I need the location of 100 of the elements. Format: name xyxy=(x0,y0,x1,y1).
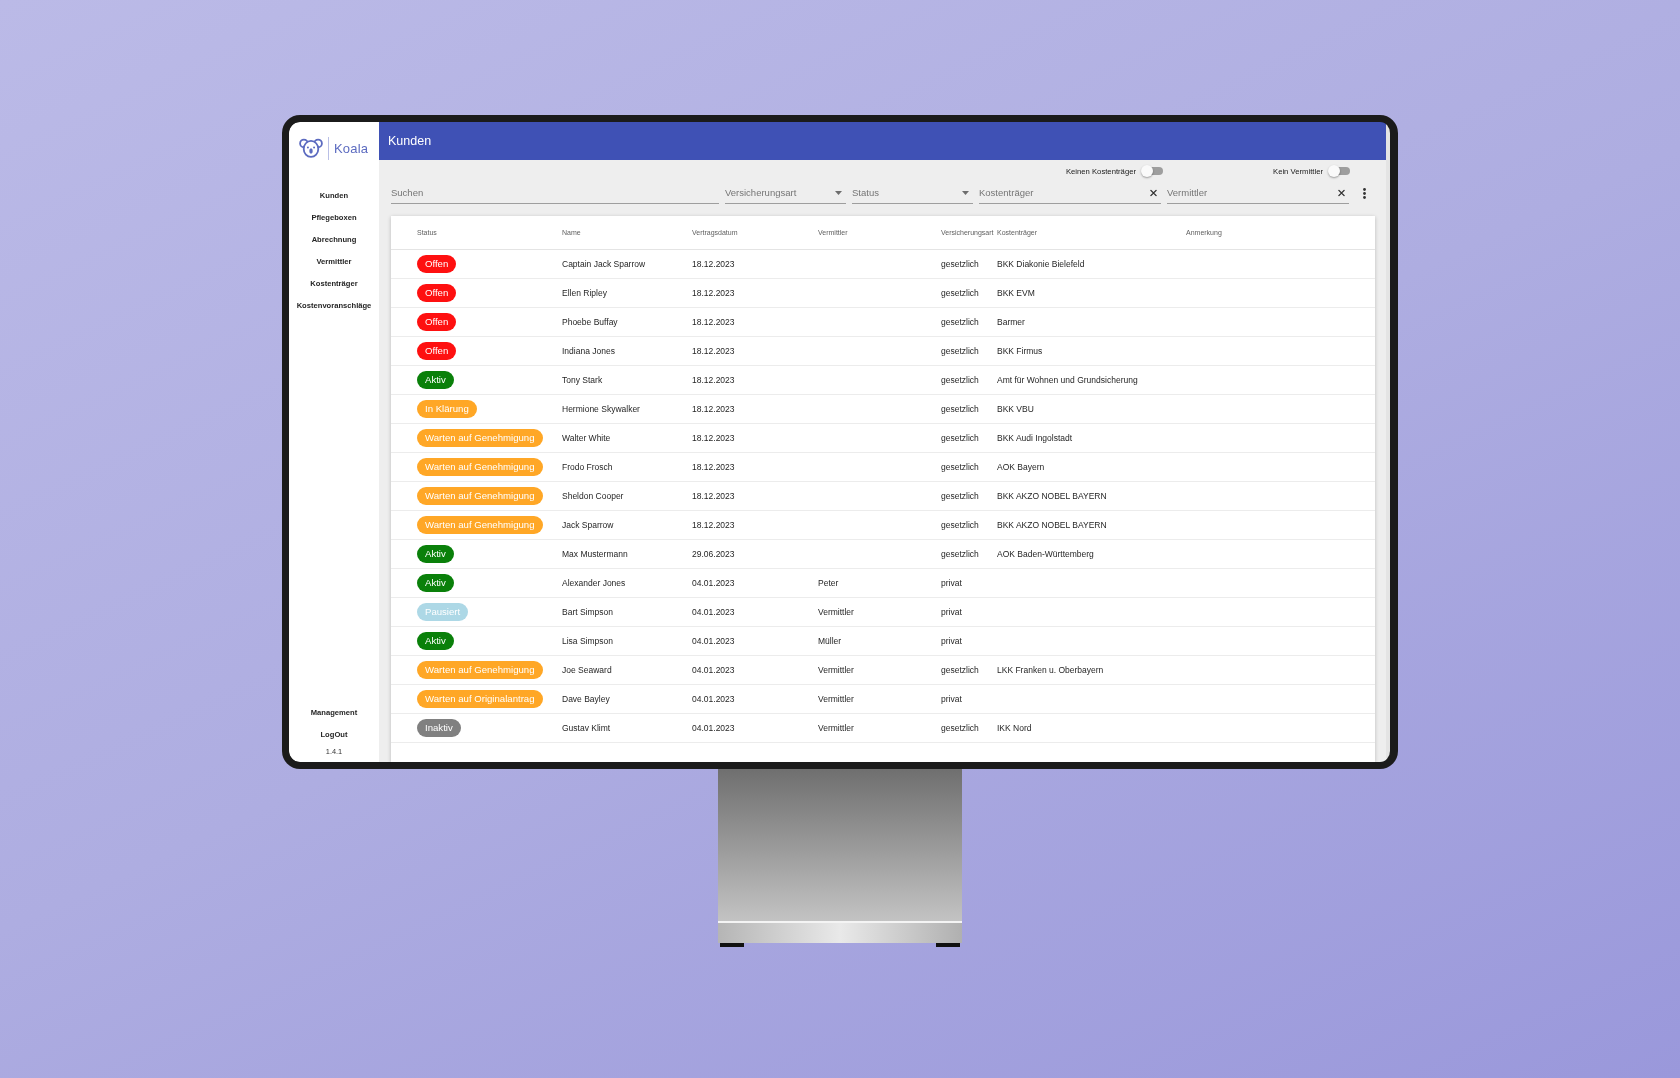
status-badge: Warten auf Originalantrag xyxy=(417,690,543,708)
table-cell: 18.12.2023 xyxy=(692,520,735,530)
table-cell: privat xyxy=(941,578,962,588)
table-cell: 04.01.2023 xyxy=(692,723,735,733)
table-cell: Hermione Skywalker xyxy=(562,404,640,414)
status-badge: Offen xyxy=(417,255,457,273)
table-cell: Lisa Simpson xyxy=(562,636,614,646)
table-cell: LKK Franken u. Oberbayern xyxy=(997,665,1104,675)
table-cell: 04.01.2023 xyxy=(692,636,735,646)
table-cell: gesetzlich xyxy=(941,259,979,269)
table-cell: gesetzlich xyxy=(941,491,979,501)
close-icon[interactable] xyxy=(1150,189,1157,197)
filter-field[interactable]: Kostenträger xyxy=(979,182,1161,204)
table-cell: privat xyxy=(941,694,962,704)
table-cell: BKK VBU xyxy=(997,404,1034,414)
more-vertical-icon[interactable] xyxy=(1362,187,1366,199)
table-cell: gesetzlich xyxy=(941,462,979,472)
status-badge: Aktiv xyxy=(417,545,454,563)
table-cell: 18.12.2023 xyxy=(692,491,735,501)
table-cell: gesetzlich xyxy=(941,288,979,298)
table-cell: Barmer xyxy=(997,317,1025,327)
toggle-switch[interactable] xyxy=(1328,165,1350,177)
table-cell: privat xyxy=(941,607,962,617)
koala-icon xyxy=(299,138,323,158)
table-cell: Vermittler xyxy=(818,723,854,733)
logo-text: Koala xyxy=(334,140,369,156)
table-cell: Tony Stark xyxy=(562,375,603,385)
close-icon[interactable] xyxy=(1338,189,1345,197)
table-cell: 18.12.2023 xyxy=(692,346,735,356)
table-cell: Bart Simpson xyxy=(562,607,614,617)
table-cell: gesetzlich xyxy=(941,520,979,530)
table-cell: Vermittler xyxy=(818,665,854,675)
table-cell: 18.12.2023 xyxy=(692,462,735,472)
select-field[interactable]: Versicherungsart xyxy=(725,182,846,204)
table-cell: Vermittler xyxy=(818,607,854,617)
table-cell: Peter xyxy=(818,578,839,588)
page-title: Kunden xyxy=(388,134,432,148)
table-cell: Max Mustermann xyxy=(562,549,628,559)
table-cell: 18.12.2023 xyxy=(692,375,735,385)
toggle-switch[interactable] xyxy=(1141,165,1163,177)
status-badge: Pausiert xyxy=(417,603,469,621)
table-cell: Frodo Frosch xyxy=(562,462,613,472)
table-cell: 04.01.2023 xyxy=(692,607,735,617)
status-badge: Warten auf Genehmigung xyxy=(417,487,543,505)
status-badge: Warten auf Genehmigung xyxy=(417,661,543,679)
table-cell: gesetzlich xyxy=(941,317,979,327)
table-cell: BKK AKZO NOBEL BAYERN xyxy=(997,520,1107,530)
status-badge: Offen xyxy=(417,313,457,331)
table-cell: Jack Sparrow xyxy=(562,520,614,530)
table-cell: Captain Jack Sparrow xyxy=(562,259,646,269)
status-badge: Inaktiv xyxy=(417,719,461,737)
caret-down-icon[interactable] xyxy=(962,191,969,195)
table-cell: BKK EVM xyxy=(997,288,1035,298)
table-cell: 18.12.2023 xyxy=(692,433,735,443)
table-cell: BKK Firmus xyxy=(997,346,1043,356)
table-cell: 18.12.2023 xyxy=(692,317,735,327)
table-cell: AOK Bayern xyxy=(997,462,1045,472)
status-badge: Aktiv xyxy=(417,574,454,592)
table-cell: AOK Baden-Württemberg xyxy=(997,549,1094,559)
table-cell: Alexander Jones xyxy=(562,578,626,588)
table-cell: gesetzlich xyxy=(941,549,979,559)
table-cell: 18.12.2023 xyxy=(692,288,735,298)
status-badge: Aktiv xyxy=(417,632,454,650)
table-cell: Müller xyxy=(818,636,842,646)
table-cell: gesetzlich xyxy=(941,404,979,414)
table-cell: gesetzlich xyxy=(941,665,979,675)
status-badge: Warten auf Genehmigung xyxy=(417,516,543,534)
table-cell: 04.01.2023 xyxy=(692,694,735,704)
table-cell: 18.12.2023 xyxy=(692,259,735,269)
table-cell: 29.06.2023 xyxy=(692,549,735,559)
status-badge: Aktiv xyxy=(417,371,454,389)
table-cell: Joe Seaward xyxy=(562,665,612,675)
caret-down-icon[interactable] xyxy=(835,191,842,195)
table-cell: BKK Diakonie Bielefeld xyxy=(997,259,1085,269)
table-cell: Gustav Klimt xyxy=(562,723,611,733)
table-cell: BKK AKZO NOBEL BAYERN xyxy=(997,491,1107,501)
status-badge: Warten auf Genehmigung xyxy=(417,429,543,447)
table-cell: Walter White xyxy=(562,433,611,443)
table-cell: 18.12.2023 xyxy=(692,404,735,414)
table-cell: Dave Bayley xyxy=(562,694,610,704)
status-badge: Offen xyxy=(417,284,457,302)
table-cell: gesetzlich xyxy=(941,375,979,385)
table-cell: Indiana Jones xyxy=(562,346,615,356)
status-badge: Warten auf Genehmigung xyxy=(417,458,543,476)
table-cell: gesetzlich xyxy=(941,346,979,356)
table-cell: privat xyxy=(941,636,962,646)
table-cell: IKK Nord xyxy=(997,723,1032,733)
table-cell: gesetzlich xyxy=(941,723,979,733)
table-cell: 04.01.2023 xyxy=(692,578,735,588)
select-field[interactable]: Status xyxy=(852,182,973,204)
table-cell: 04.01.2023 xyxy=(692,665,735,675)
table-cell: Vermittler xyxy=(818,694,854,704)
search-field[interactable]: Suchen xyxy=(391,182,719,204)
status-badge: Offen xyxy=(417,342,457,360)
table-cell: gesetzlich xyxy=(941,433,979,443)
status-badge: In Klärung xyxy=(417,400,477,418)
table-cell: Amt für Wohnen und Grundsicherung xyxy=(997,375,1138,385)
table-cell: BKK Audi Ingolstadt xyxy=(997,433,1073,443)
table-cell: Ellen Ripley xyxy=(562,288,607,298)
filter-field[interactable]: Vermittler xyxy=(1167,182,1349,204)
